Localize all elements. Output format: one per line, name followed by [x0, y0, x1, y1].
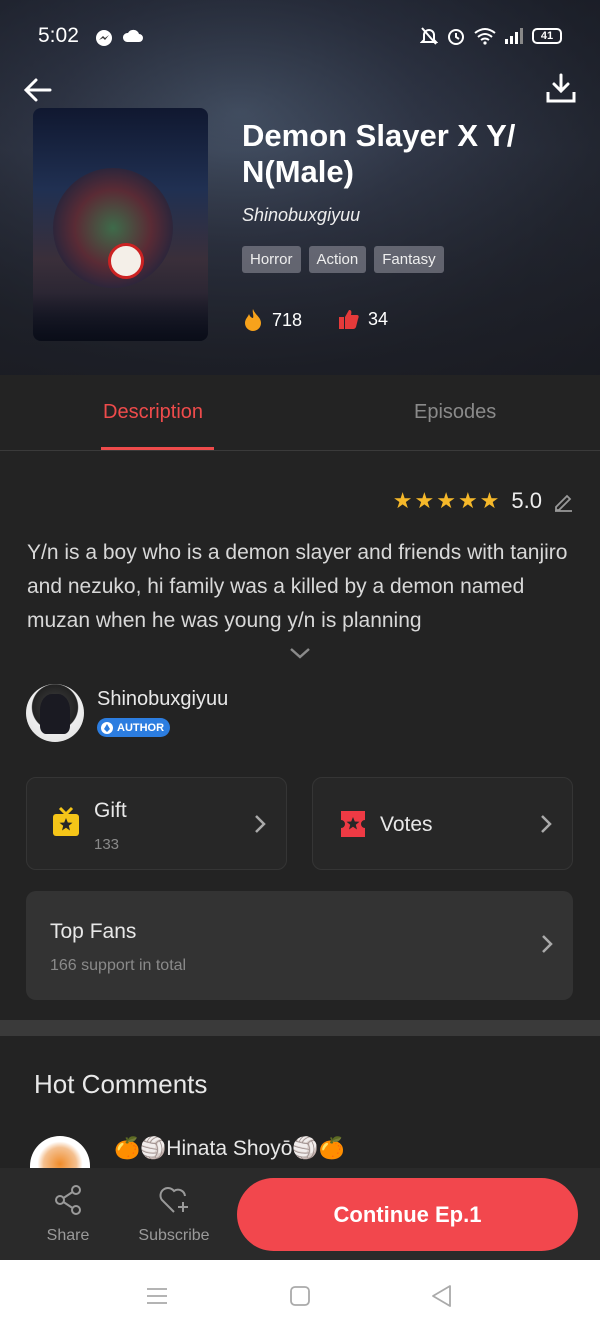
recent-apps-icon[interactable]	[145, 1284, 169, 1308]
description-text: Y/n is a boy who is a demon slayer and f…	[27, 541, 568, 632]
share-icon	[55, 1185, 81, 1215]
author-badge-label: AUTHOR	[117, 721, 165, 734]
author-profile-name[interactable]: Shinobuxgiyuu	[97, 688, 228, 711]
chevron-right-icon	[541, 815, 552, 833]
tab-bar: Description Episodes	[0, 375, 600, 451]
thumbs-up-icon	[339, 310, 359, 329]
status-icons: 41	[420, 26, 562, 46]
home-icon[interactable]	[288, 1284, 312, 1308]
star-icon: ★	[479, 488, 500, 513]
chevron-right-icon	[255, 815, 266, 833]
gift-icon	[53, 806, 79, 836]
fire-icon	[245, 309, 261, 331]
tag-horror[interactable]: Horror	[242, 246, 301, 273]
hot-comments-title: Hot Comments	[34, 1069, 208, 1099]
book-author[interactable]: Shinobuxgiyuu	[242, 205, 360, 226]
subscribe-button[interactable]: Subscribe	[134, 1184, 214, 1245]
reads-stat: 718	[242, 308, 302, 332]
nav-back-icon[interactable]	[430, 1284, 454, 1308]
mute-bell-icon	[420, 27, 438, 45]
star-icon: ★	[392, 488, 413, 513]
bottom-action-bar: Share Subscribe Continue Ep.1	[0, 1168, 600, 1260]
gift-count: 133	[94, 836, 120, 853]
cover-emblem	[108, 243, 144, 279]
download-icon[interactable]	[544, 72, 578, 106]
top-fans-subtitle: 166 support in total	[50, 957, 187, 974]
book-title: Demon Slayer X Y/ N(Male)	[242, 118, 516, 189]
status-time: 5:02	[38, 24, 79, 47]
likes-stat[interactable]: 34	[338, 308, 388, 330]
cloud-icon	[122, 29, 143, 42]
wifi-icon	[474, 28, 496, 45]
ticket-icon	[341, 811, 365, 837]
gift-card[interactable]: Gift 133	[26, 777, 287, 870]
commenter-name[interactable]: 🍊🏐Hinata Shoyō🏐🍊	[114, 1137, 345, 1161]
tab-description[interactable]: Description	[103, 401, 203, 424]
author-avatar[interactable]	[26, 684, 84, 742]
genre-tags: Horror Action Fantasy	[242, 246, 444, 273]
star-icon: ★	[436, 488, 456, 513]
active-tab-indicator	[101, 447, 214, 450]
votes-label: Votes	[380, 813, 433, 836]
edit-rating-icon[interactable]	[552, 490, 574, 512]
tag-action[interactable]: Action	[308, 246, 367, 273]
tag-fantasy[interactable]: Fantasy	[374, 246, 444, 273]
expand-chevron-icon[interactable]	[288, 645, 312, 661]
section-divider	[0, 1020, 600, 1036]
share-label: Share	[46, 1227, 90, 1244]
feather-icon	[101, 721, 113, 734]
messenger-icon	[96, 30, 112, 46]
rating: ★ ★ ★ ★ ★ 5.0	[393, 488, 574, 514]
continue-reading-button[interactable]: Continue Ep.1	[237, 1178, 578, 1251]
system-nav-bar	[0, 1260, 600, 1333]
gift-label: Gift	[94, 799, 127, 822]
top-fans-label: Top Fans	[50, 920, 137, 943]
top-fans-card[interactable]: Top Fans 166 support in total	[26, 891, 573, 1000]
share-button[interactable]: Share	[44, 1184, 92, 1245]
signal-icon	[505, 28, 523, 44]
cover-shade	[33, 293, 208, 341]
star-icon: ★	[457, 488, 478, 513]
subscribe-label: Subscribe	[138, 1227, 210, 1244]
chevron-right-icon	[542, 935, 553, 953]
star-icon: ★	[414, 488, 435, 513]
rating-value: 5.0	[511, 488, 542, 513]
reads-count: 718	[272, 309, 303, 330]
status-bar: 5:02 41	[0, 18, 600, 58]
alarm-icon	[448, 29, 464, 45]
battery-indicator: 41	[532, 28, 562, 44]
author-badge: AUTHOR	[97, 718, 171, 737]
book-cover	[33, 108, 208, 341]
back-arrow-icon[interactable]	[20, 72, 56, 108]
likes-count: 34	[368, 308, 389, 329]
votes-card[interactable]: Votes	[312, 777, 573, 870]
heart-plus-icon	[159, 1187, 188, 1213]
tab-episodes[interactable]: Episodes	[414, 401, 496, 424]
